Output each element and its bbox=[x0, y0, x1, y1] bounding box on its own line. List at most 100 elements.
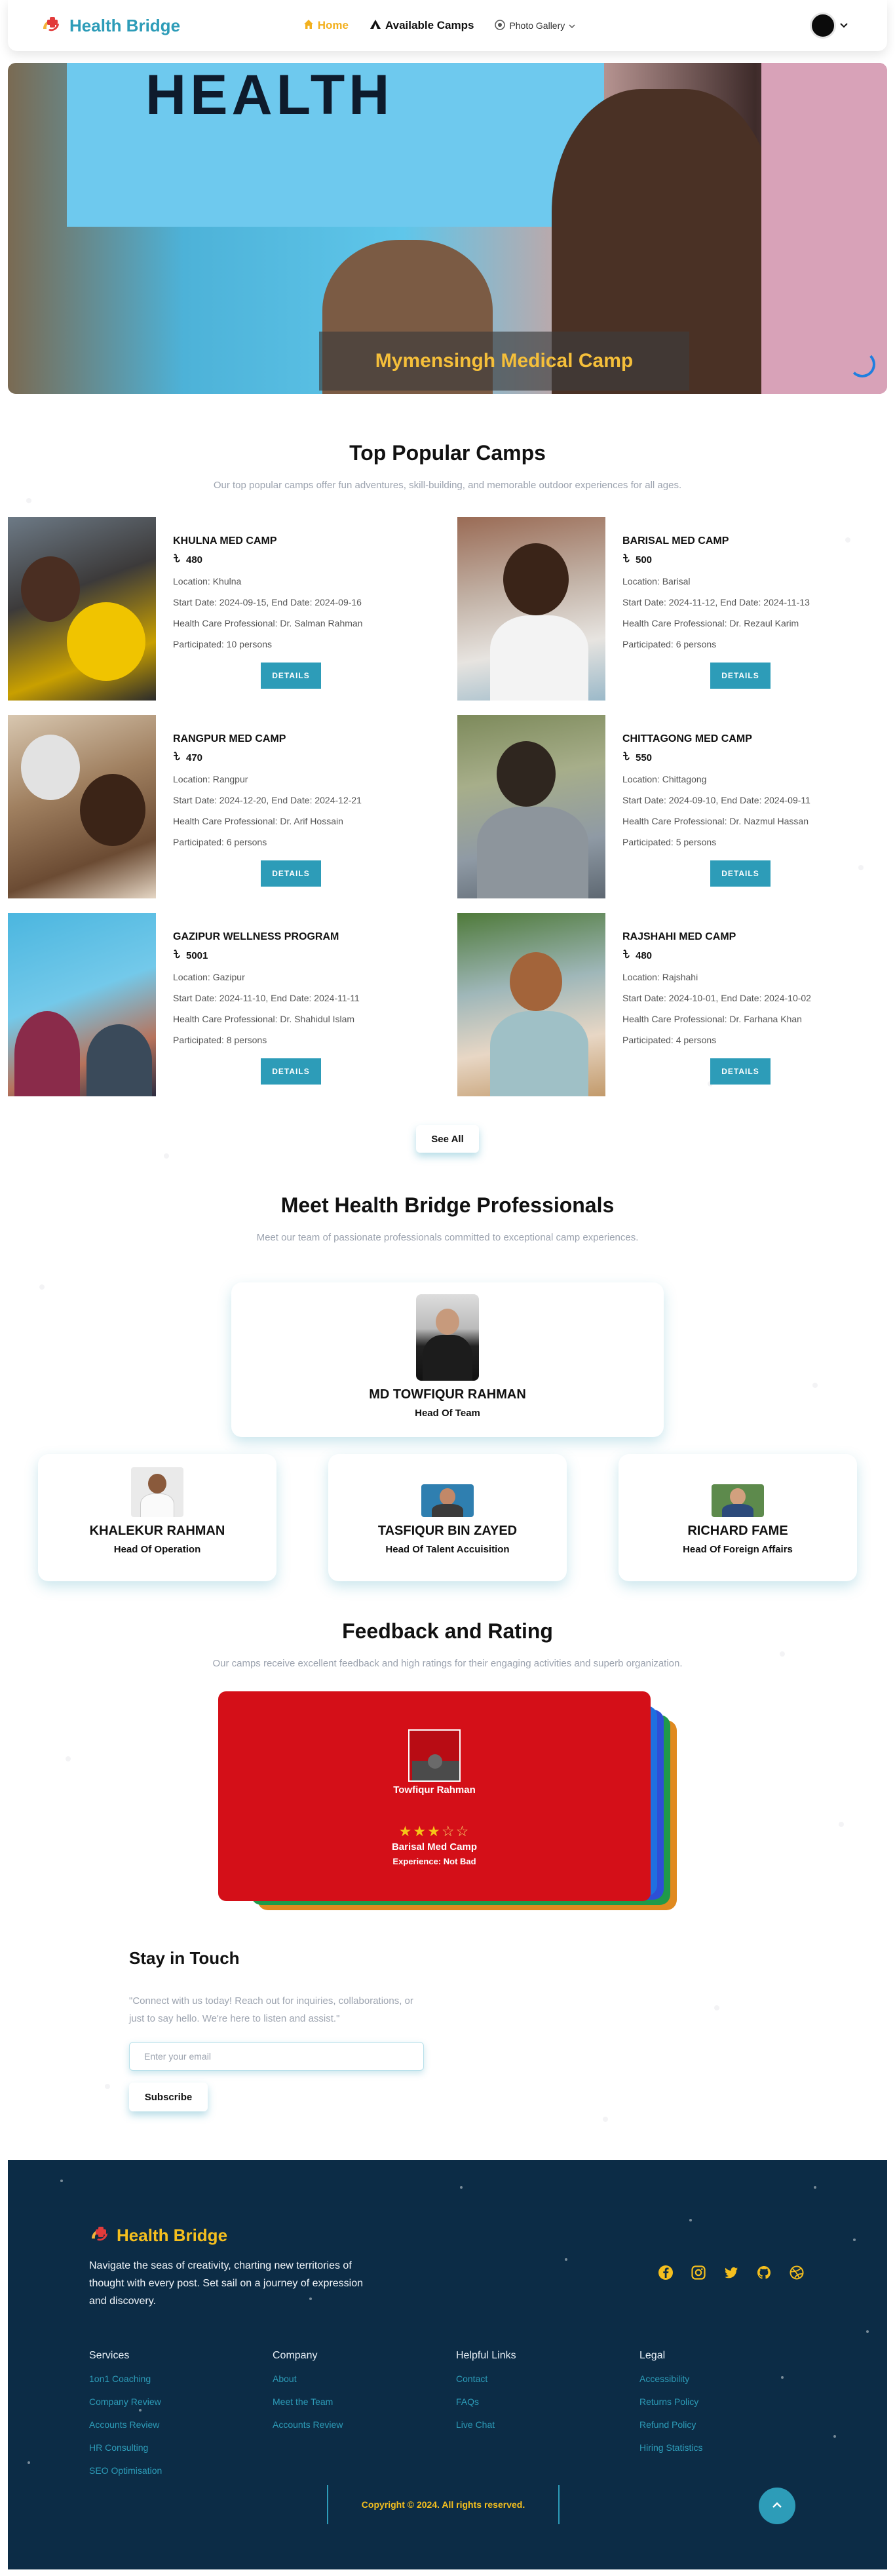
nav-home[interactable]: Home bbox=[303, 19, 349, 33]
avatar[interactable] bbox=[810, 12, 836, 39]
brand-logo-icon bbox=[41, 14, 63, 37]
footer-link[interactable]: SEO Optimisation bbox=[89, 2465, 273, 2476]
camp-image bbox=[8, 913, 156, 1096]
gallery-icon bbox=[495, 19, 506, 32]
nav-photo-gallery[interactable]: Photo Gallery bbox=[495, 19, 575, 32]
feedback-camp: Barisal Med Camp bbox=[391, 1841, 478, 1853]
star-filled-icon: ★ bbox=[427, 1823, 442, 1839]
professional-role: Head Of Talent Accuisition bbox=[385, 1544, 510, 1555]
brand-logo-icon bbox=[89, 2224, 111, 2247]
feedback-carousel[interactable]: Towfiqur Rahman ★★★☆☆ Barisal Med Camp E… bbox=[218, 1691, 677, 1910]
footer-link[interactable]: Meet the Team bbox=[273, 2396, 456, 2407]
footer-link[interactable]: FAQs bbox=[456, 2396, 639, 2407]
github-icon[interactable] bbox=[755, 2263, 773, 2282]
camp-dates: Start Date: 2024-09-10, End Date: 2024-0… bbox=[622, 795, 810, 805]
camp-image bbox=[457, 517, 605, 701]
footer-link[interactable]: Accounts Review bbox=[273, 2419, 456, 2430]
hero-caption: Mymensingh Medical Camp bbox=[319, 332, 689, 391]
camp-card: KHULNA MED CAMP 480 Location: Khulna Sta… bbox=[8, 517, 438, 701]
camp-participants: Participated: 4 persons bbox=[622, 1035, 717, 1045]
details-button[interactable]: DETAILS bbox=[261, 663, 321, 689]
camp-fee-value: 5001 bbox=[186, 950, 208, 961]
details-button[interactable]: DETAILS bbox=[710, 663, 771, 689]
camp-details: RANGPUR MED CAMP 470 Location: Rangpur S… bbox=[156, 715, 438, 898]
popular-camps-subtitle: Our top popular camps offer fun adventur… bbox=[213, 480, 682, 491]
feedback-experience: Experience: Not Bad bbox=[392, 1856, 476, 1866]
footer-link[interactable]: Accounts Review bbox=[89, 2419, 273, 2430]
camp-card: BARISAL MED CAMP 500 Location: Barisal S… bbox=[457, 517, 887, 701]
footer-link[interactable]: 1on1 Coaching bbox=[89, 2374, 273, 2384]
hero-carousel[interactable]: HEALTH Mymensingh Medical Camp bbox=[8, 63, 887, 394]
see-all-button[interactable]: See All bbox=[416, 1125, 479, 1153]
professional-name: TASFIQUR BIN ZAYED bbox=[377, 1524, 518, 1538]
camp-fee: 480 bbox=[173, 554, 438, 566]
team-member-card: TASFIQUR BIN ZAYED Head Of Talent Accuis… bbox=[328, 1454, 567, 1581]
star-rating: ★★★☆☆ bbox=[218, 1823, 651, 1840]
camp-professional: Health Care Professional: Dr. Arif Hossa… bbox=[173, 816, 343, 826]
professionals-subtitle: Meet our team of passionate professional… bbox=[256, 1232, 639, 1243]
instagram-icon[interactable] bbox=[689, 2263, 708, 2282]
star-filled-icon: ★ bbox=[413, 1823, 428, 1839]
footer-link[interactable]: Live Chat bbox=[456, 2419, 639, 2430]
facebook-icon[interactable] bbox=[657, 2263, 675, 2282]
taka-icon bbox=[173, 554, 181, 566]
scroll-to-top-button[interactable] bbox=[759, 2488, 795, 2524]
camp-dates: Start Date: 2024-09-15, End Date: 2024-0… bbox=[173, 597, 362, 607]
taka-icon bbox=[173, 752, 181, 763]
footer-column-legal: Legal Accessibility Returns Policy Refun… bbox=[639, 2350, 823, 2488]
chevron-down-icon bbox=[840, 20, 848, 31]
details-button[interactable]: DETAILS bbox=[261, 860, 321, 887]
camp-professional: Health Care Professional: Dr. Rezaul Kar… bbox=[622, 618, 799, 628]
camp-location: Location: Khulna bbox=[173, 576, 242, 586]
dribbble-icon[interactable] bbox=[788, 2263, 806, 2282]
camp-dates: Start Date: 2024-11-12, End Date: 2024-1… bbox=[622, 597, 810, 607]
tent-icon bbox=[370, 19, 381, 33]
camp-card: GAZIPUR WELLNESS PROGRAM 5001 Location: … bbox=[8, 913, 438, 1096]
user-menu[interactable] bbox=[810, 12, 848, 39]
camp-fee-value: 470 bbox=[186, 752, 203, 763]
team-member-card: RICHARD FAME Head Of Foreign Affairs bbox=[619, 1454, 857, 1581]
camp-image bbox=[457, 913, 605, 1096]
details-button[interactable]: DETAILS bbox=[710, 1058, 771, 1085]
professional-role: Head Of Foreign Affairs bbox=[683, 1544, 793, 1555]
details-button[interactable]: DETAILS bbox=[261, 1058, 321, 1085]
camp-professional: Health Care Professional: Dr. Nazmul Has… bbox=[622, 816, 809, 826]
camp-name: RAJSHAHI MED CAMP bbox=[622, 931, 736, 942]
camp-professional: Health Care Professional: Dr. Farhana Kh… bbox=[622, 1014, 802, 1024]
camp-fee-value: 550 bbox=[636, 752, 653, 763]
camp-name: CHITTAGONG MED CAMP bbox=[622, 733, 752, 744]
footer-link[interactable]: About bbox=[273, 2374, 456, 2384]
footer-link[interactable]: Accessibility bbox=[639, 2374, 823, 2384]
footer-link[interactable]: Returns Policy bbox=[639, 2396, 823, 2407]
professional-name: KHALEKUR RAHMAN bbox=[89, 1524, 225, 1538]
footer-brand[interactable]: Health Bridge bbox=[89, 2224, 227, 2247]
camp-details: KHULNA MED CAMP 480 Location: Khulna Sta… bbox=[156, 517, 438, 701]
twitter-icon[interactable] bbox=[722, 2263, 740, 2282]
footer-link[interactable]: Contact bbox=[456, 2374, 639, 2384]
camp-participants: Participated: 6 persons bbox=[622, 639, 717, 649]
camp-fee: 550 bbox=[622, 752, 887, 763]
brand[interactable]: Health Bridge bbox=[41, 14, 180, 37]
newsletter-section: Stay in Touch "Connect with us today! Re… bbox=[0, 1948, 895, 2111]
subscribe-button[interactable]: Subscribe bbox=[129, 2083, 208, 2111]
footer-link[interactable]: HR Consulting bbox=[89, 2442, 273, 2453]
footer-about: Navigate the seas of creativity, chartin… bbox=[89, 2260, 364, 2307]
camp-location: Location: Gazipur bbox=[173, 972, 245, 982]
camp-participants: Participated: 5 persons bbox=[622, 837, 717, 847]
nav-available-camps[interactable]: Available Camps bbox=[370, 19, 474, 33]
email-input[interactable] bbox=[129, 2042, 424, 2071]
details-button[interactable]: DETAILS bbox=[710, 860, 771, 887]
hero-photo-background bbox=[761, 63, 887, 394]
team-member-card: KHALEKUR RAHMAN Head Of Operation bbox=[38, 1454, 276, 1581]
camp-details: CHITTAGONG MED CAMP 550 Location: Chitta… bbox=[605, 715, 887, 898]
professional-photo bbox=[712, 1484, 764, 1517]
camp-fee: 470 bbox=[173, 752, 438, 763]
camp-fee: 500 bbox=[622, 554, 887, 566]
footer-link[interactable]: Hiring Statistics bbox=[639, 2442, 823, 2453]
newsletter-text: "Connect with us today! Reach out for in… bbox=[129, 1995, 413, 2024]
footer-link[interactable]: Company Review bbox=[89, 2396, 273, 2407]
footer-column-title: Helpful Links bbox=[456, 2350, 516, 2361]
carousel-progress-icon bbox=[849, 351, 875, 377]
footer-link[interactable]: Refund Policy bbox=[639, 2419, 823, 2430]
professional-name: MD TOWFIQUR RAHMAN bbox=[369, 1387, 526, 1402]
